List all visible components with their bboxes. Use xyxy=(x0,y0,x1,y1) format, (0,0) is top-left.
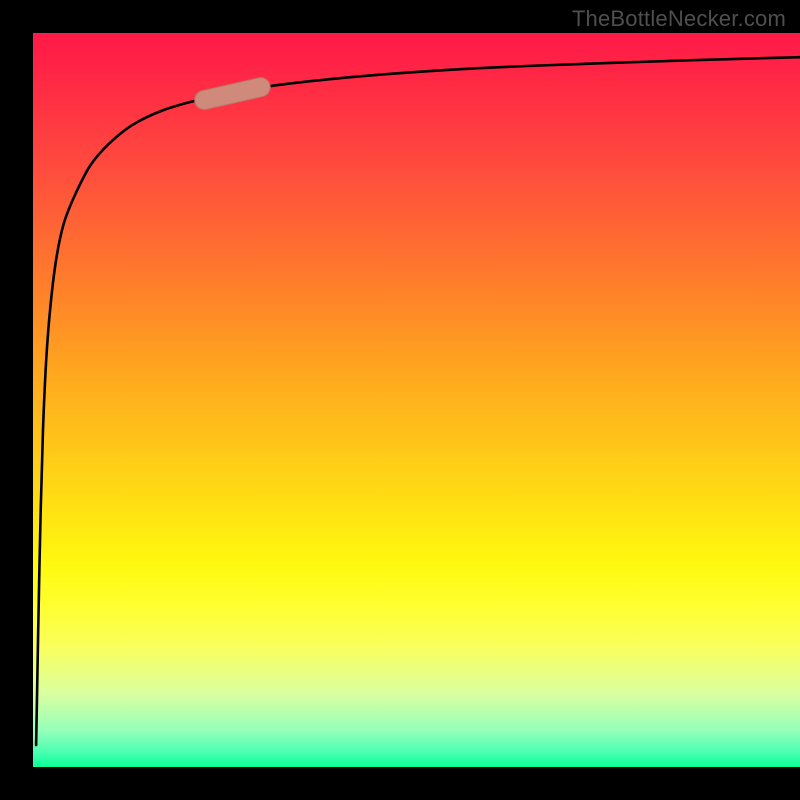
bottleneck-curve-path xyxy=(36,57,800,745)
highlight-pill xyxy=(193,76,272,112)
chart-frame: TheBottleNecker.com xyxy=(0,0,800,800)
curve-layer xyxy=(33,33,800,767)
highlight-segment xyxy=(193,76,272,112)
plot-area xyxy=(33,33,800,767)
watermark-text: TheBottleNecker.com xyxy=(572,6,786,32)
